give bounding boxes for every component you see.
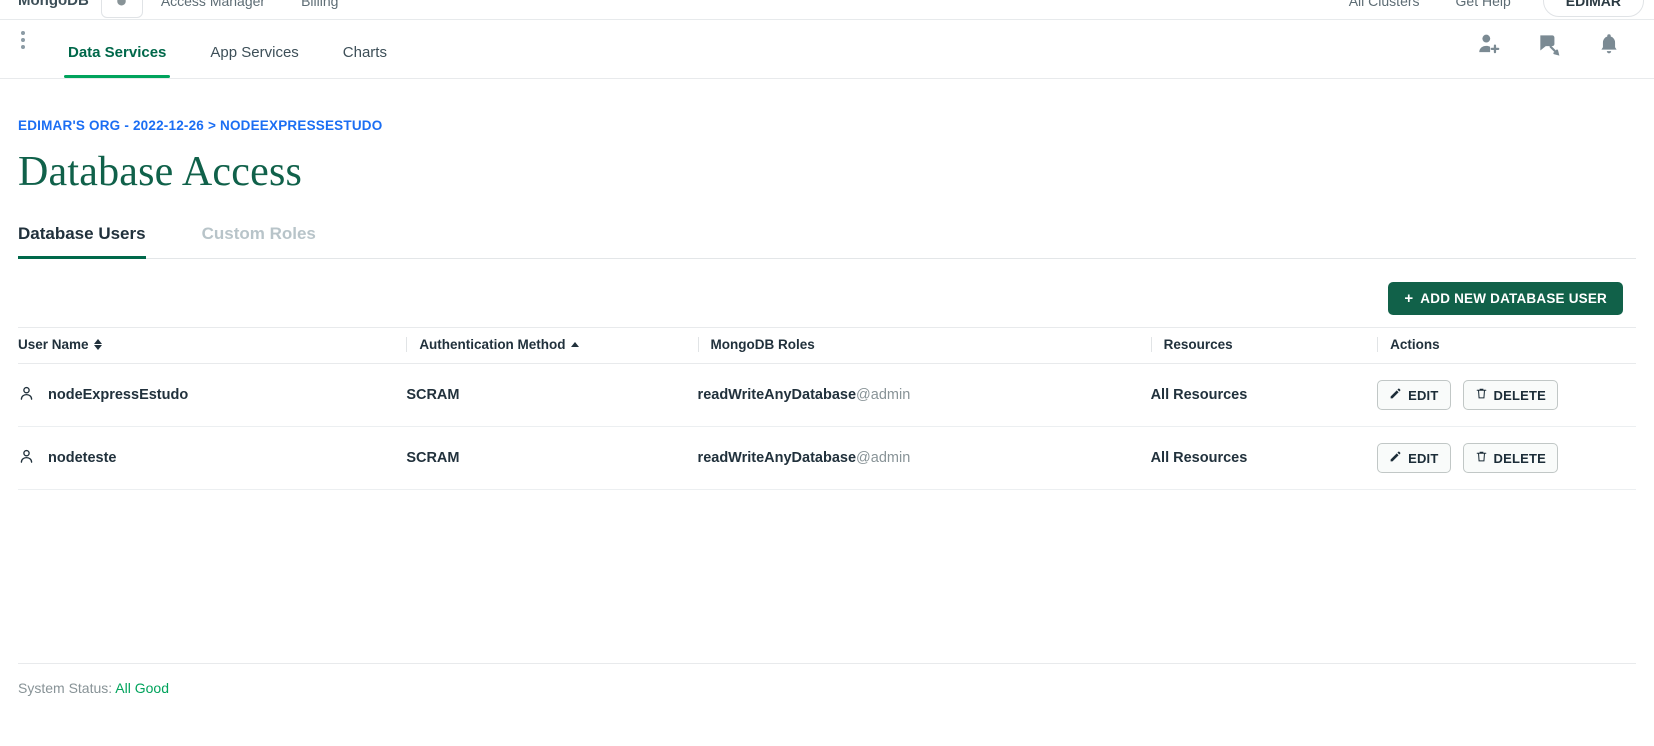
page-content: EDIMAR'S ORG - 2022-12-26 > NODEEXPRESSE… xyxy=(0,80,1654,490)
nav-icon-group xyxy=(1476,31,1654,78)
topbar-right-group: All Clusters Get Help EDIMAR xyxy=(1331,0,1654,17)
kebab-dot xyxy=(21,30,25,35)
trash-icon xyxy=(1475,450,1488,466)
kebab-dot xyxy=(21,37,25,42)
role-database-value: @admin xyxy=(856,450,911,466)
user-menu-button[interactable]: EDIMAR xyxy=(1542,0,1644,17)
nav-tab-charts[interactable]: Charts xyxy=(321,44,409,78)
cell-resources: All Resources xyxy=(1150,363,1378,427)
pencil-icon xyxy=(1389,387,1402,403)
edit-button-label: EDIT xyxy=(1408,450,1439,466)
plus-icon: + xyxy=(1404,290,1414,307)
system-status-value[interactable]: All Good xyxy=(115,680,169,696)
table-head: User Name Authentication Method MongoDB … xyxy=(18,327,1636,364)
column-label-resources: Resources xyxy=(1163,337,1233,352)
kebab-dot xyxy=(21,44,25,49)
user-icon xyxy=(18,385,35,406)
edit-button[interactable]: EDIT xyxy=(1377,443,1451,473)
column-label-actions: Actions xyxy=(1390,337,1440,352)
sort-both-icon[interactable] xyxy=(93,339,102,350)
notifications-bell-icon[interactable] xyxy=(1596,31,1622,62)
leaf-icon[interactable] xyxy=(100,0,143,18)
table-header-row: User Name Authentication Method MongoDB … xyxy=(18,327,1636,364)
invite-user-icon[interactable] xyxy=(1476,31,1502,62)
column-label-authentication-method: Authentication Method xyxy=(419,337,566,352)
delete-button[interactable]: DELETE xyxy=(1462,443,1559,473)
kebab-menu-icon[interactable] xyxy=(0,19,46,78)
topbar-link-all-clusters[interactable]: All Clusters xyxy=(1331,0,1438,9)
column-header-user-name[interactable]: User Name xyxy=(18,327,407,364)
delete-button-label: DELETE xyxy=(1493,387,1547,403)
cell-mongodb-roles: readWriteAnyDatabase@admin xyxy=(697,363,1151,427)
user-name-value: nodeExpressEstudo xyxy=(48,387,189,403)
nav-tab-app-services[interactable]: App Services xyxy=(188,44,320,78)
primary-nav-bar: Data Services App Services Charts xyxy=(0,19,1654,86)
cell-authentication-method: SCRAM xyxy=(406,426,698,490)
role-name-value: readWriteAnyDatabase xyxy=(697,450,857,466)
add-new-database-user-label: ADD NEW DATABASE USER xyxy=(1420,291,1607,306)
nav-tab-data-services[interactable]: Data Services xyxy=(46,44,188,78)
feedback-icon[interactable] xyxy=(1536,31,1562,62)
mongodb-logo[interactable]: MongoDB xyxy=(6,0,101,9)
auth-method-value: SCRAM xyxy=(406,387,460,403)
column-header-mongodb-roles[interactable]: MongoDB Roles xyxy=(697,327,1151,364)
column-header-actions: Actions xyxy=(1377,327,1636,364)
footer-bar: System Status: All Good xyxy=(0,663,1654,696)
section-tabs: Database Users Custom Roles xyxy=(18,224,1636,259)
user-icon xyxy=(18,448,35,469)
table-row: nodeExpressEstudo SCRAM readWriteAnyData… xyxy=(18,363,1636,427)
cell-resources: All Resources xyxy=(1150,426,1378,490)
page-inner: EDIMAR'S ORG - 2022-12-26 > NODEEXPRESSE… xyxy=(0,118,1654,490)
delete-button[interactable]: DELETE xyxy=(1462,380,1559,410)
resources-value: All Resources xyxy=(1150,387,1248,403)
role-name-value: readWriteAnyDatabase xyxy=(697,387,857,403)
auth-method-value: SCRAM xyxy=(406,450,460,466)
edit-button-label: EDIT xyxy=(1408,387,1439,403)
delete-button-label: DELETE xyxy=(1493,450,1547,466)
cell-actions: EDIT DELETE xyxy=(1377,363,1636,427)
cell-user-name: nodeteste xyxy=(18,426,407,490)
topbar-left-group: MongoDB Access Manager Billing xyxy=(0,0,356,18)
table-body: nodeExpressEstudo SCRAM readWriteAnyData… xyxy=(18,363,1636,490)
breadcrumb[interactable]: EDIMAR'S ORG - 2022-12-26 > NODEEXPRESSE… xyxy=(18,118,1636,133)
column-header-resources[interactable]: Resources xyxy=(1150,327,1378,364)
user-name-value: nodeteste xyxy=(48,450,117,466)
topbar-link-access-manager[interactable]: Access Manager xyxy=(143,0,283,9)
topbar-link-billing[interactable]: Billing xyxy=(283,0,356,9)
edit-button[interactable]: EDIT xyxy=(1377,380,1451,410)
cell-authentication-method: SCRAM xyxy=(406,363,698,427)
cell-actions: EDIT DELETE xyxy=(1377,426,1636,490)
database-users-table: User Name Authentication Method MongoDB … xyxy=(18,327,1636,490)
page-title: Database Access xyxy=(18,149,303,195)
tab-database-users[interactable]: Database Users xyxy=(18,224,174,259)
sort-asc-arrow xyxy=(93,339,102,344)
table-row: nodeteste SCRAM readWriteAnyDatabase@adm… xyxy=(18,426,1636,490)
toolbar-row: + ADD NEW DATABASE USER xyxy=(18,282,1636,315)
system-status: System Status: All Good xyxy=(0,664,1654,696)
sort-asc-icon[interactable] xyxy=(570,342,579,347)
column-header-authentication-method[interactable]: Authentication Method xyxy=(406,327,698,364)
system-status-label: System Status: xyxy=(18,680,113,696)
resources-value: All Resources xyxy=(1150,450,1248,466)
primary-nav-tabs: Data Services App Services Charts xyxy=(46,19,409,86)
trash-icon xyxy=(1475,387,1488,403)
cell-user-name: nodeExpressEstudo xyxy=(18,363,407,427)
top-utility-bar: MongoDB Access Manager Billing All Clust… xyxy=(0,0,1654,20)
sort-desc-arrow xyxy=(93,345,102,350)
tab-custom-roles[interactable]: Custom Roles xyxy=(174,224,344,258)
topbar-link-get-help[interactable]: Get Help xyxy=(1438,0,1529,9)
pencil-icon xyxy=(1389,450,1402,466)
column-label-mongodb-roles: MongoDB Roles xyxy=(710,337,815,352)
add-new-database-user-button[interactable]: + ADD NEW DATABASE USER xyxy=(1388,282,1623,315)
cell-mongodb-roles: readWriteAnyDatabase@admin xyxy=(697,426,1151,490)
role-database-value: @admin xyxy=(856,387,911,403)
column-label-user-name: User Name xyxy=(18,337,89,352)
